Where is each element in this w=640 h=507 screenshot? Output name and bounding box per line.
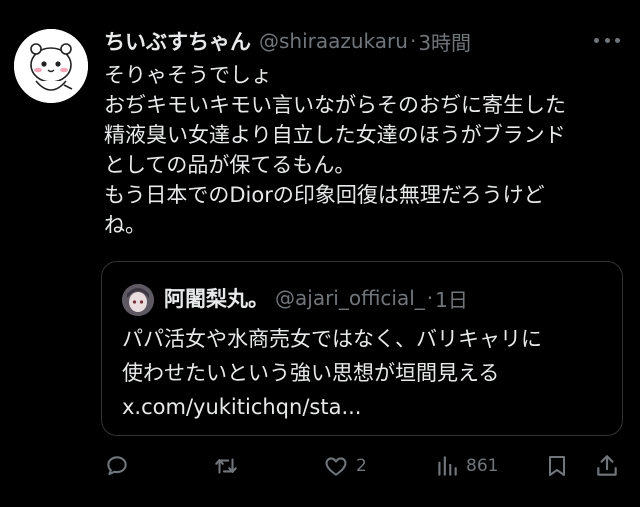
separator-dot: · bbox=[409, 29, 417, 53]
author-handle[interactable]: @shiraazukaru bbox=[259, 29, 408, 53]
reply-icon bbox=[107, 456, 127, 476]
author-avatar[interactable] bbox=[14, 29, 88, 103]
heart-icon bbox=[325, 457, 347, 476]
quoted-tweet-link[interactable]: x.com/yukitichqn/sta... bbox=[122, 390, 612, 424]
tweet-header: ちいぶすちゃん @shiraazukaru · 3時間 bbox=[104, 25, 620, 57]
anime-character-avatar-icon bbox=[122, 284, 154, 316]
tweet-text-line: おぢキモいキモい言いながらそのおぢに寄生した bbox=[104, 93, 566, 117]
quoted-author-avatar[interactable] bbox=[122, 284, 154, 316]
quoted-text-line: パパ活女や水商売女ではなく、バリキャリに bbox=[122, 327, 542, 351]
tweet-text-line: もう日本でのDiorの印象回復は無理だろうけど bbox=[104, 183, 545, 207]
quoted-tweet-text: パパ活女や水商売女ではなく、バリキャリに 使わせたいという強い思想が垣間見える … bbox=[122, 322, 612, 424]
tweet-text-line: そりゃそうでしょ bbox=[104, 63, 272, 87]
quoted-author-handle[interactable]: @ajari_official_ bbox=[275, 286, 425, 310]
bookmark-button[interactable] bbox=[545, 448, 569, 484]
reply-button[interactable] bbox=[104, 448, 136, 484]
views-count: 861 bbox=[466, 456, 499, 476]
quoted-tweet-header: 阿闍梨丸。 @ajari_official_ · 1日 bbox=[164, 282, 610, 314]
quoted-author-display-name[interactable]: 阿闍梨丸。 bbox=[164, 283, 269, 313]
tweet-timestamp[interactable]: 3時間 bbox=[418, 27, 471, 56]
more-dot bbox=[594, 37, 599, 43]
separator-dot: · bbox=[426, 286, 434, 310]
views-bar-chart-icon bbox=[438, 456, 457, 476]
chiikawa-avatar-icon bbox=[14, 29, 88, 103]
share-icon bbox=[597, 455, 617, 476]
quoted-tweet-card[interactable]: 阿闍梨丸。 @ajari_official_ · 1日 パパ活女や水商売女ではな… bbox=[101, 261, 623, 436]
more-dot bbox=[615, 37, 620, 43]
author-display-name[interactable]: ちいぶすちゃん bbox=[104, 26, 251, 56]
like-count: 2 bbox=[356, 456, 367, 476]
more-dot bbox=[604, 37, 610, 43]
share-button[interactable] bbox=[594, 448, 620, 484]
tweet-text-line: ね。 bbox=[104, 213, 146, 237]
quoted-tweet-timestamp[interactable]: 1日 bbox=[435, 284, 468, 313]
like-button[interactable]: 2 bbox=[322, 448, 367, 484]
views-button[interactable]: 861 bbox=[434, 448, 498, 484]
bookmark-icon bbox=[549, 456, 565, 476]
more-options-button[interactable] bbox=[594, 33, 620, 47]
tweet-actions-bar: 2 861 bbox=[100, 448, 625, 484]
tweet-text-line: としての品が保てるもん。 bbox=[104, 153, 356, 177]
repost-button[interactable] bbox=[212, 448, 246, 484]
tweet-text-line: 精液臭い女達より自立した女達のほうがブランド bbox=[104, 123, 566, 147]
repost-icon bbox=[215, 458, 237, 474]
tweet-text: そりゃそうでしょ おぢキモいキモい言いながらそのおぢに寄生した 精液臭い女達より… bbox=[104, 60, 624, 240]
quoted-text-line: 使わせたいという強い思想が垣間見える bbox=[122, 361, 500, 385]
